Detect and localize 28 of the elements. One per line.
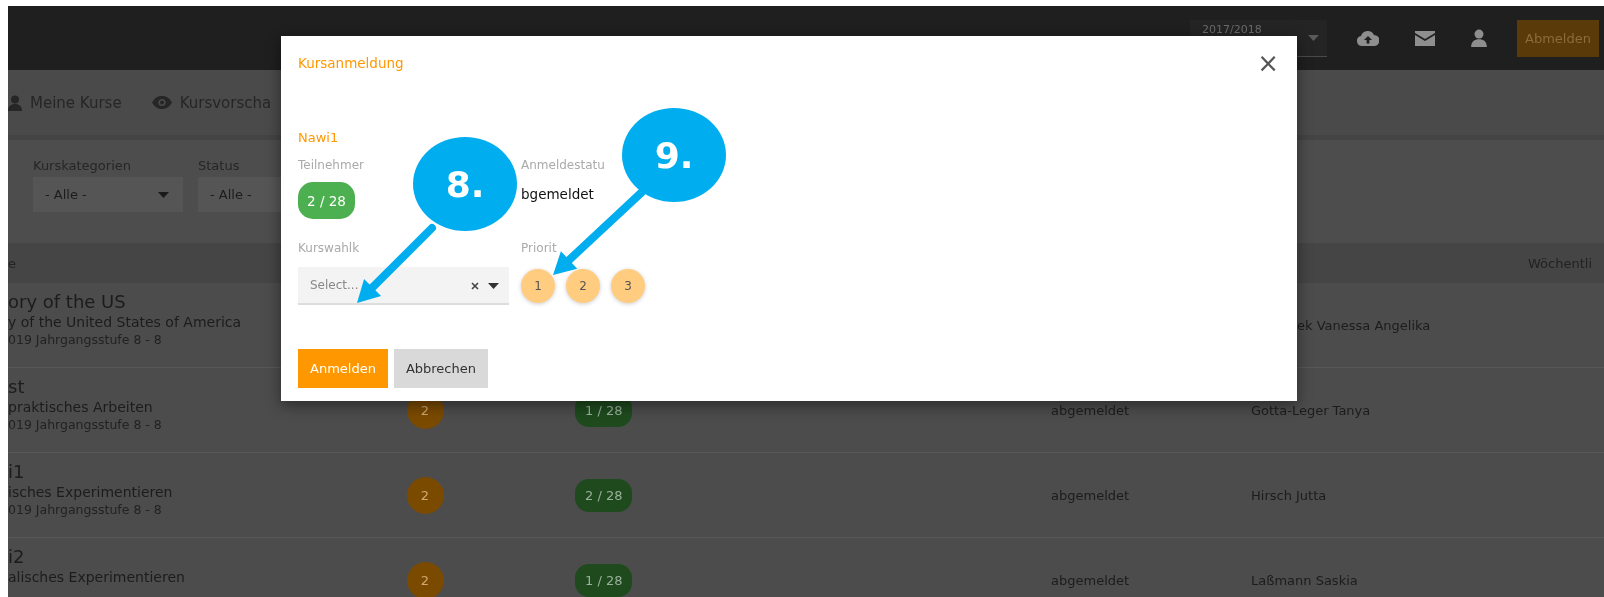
user-icon — [8, 94, 22, 111]
priority-option[interactable]: 1 — [521, 269, 555, 303]
priority-badge: 2 — [406, 476, 444, 514]
cloud-upload-icon[interactable] — [1357, 30, 1379, 46]
priority-option[interactable]: 2 — [566, 269, 600, 303]
participants-badge: 2 / 28 — [575, 478, 633, 512]
filter-dropdown[interactable]: - Alle - — [33, 177, 183, 212]
field-label: Priorit — [521, 241, 557, 257]
participants-badge: 1 / 28 — [575, 563, 633, 597]
caret-icon — [158, 191, 169, 198]
status-text: bgemeldet — [521, 186, 594, 202]
cancel-button[interactable]: Abbrechen — [393, 349, 488, 388]
eye-icon — [151, 96, 172, 109]
field-label: Kurswahlk — [298, 241, 360, 257]
priority-badge: 2 — [406, 561, 444, 597]
field-label: Anmeldestatu — [521, 158, 605, 174]
register-button[interactable]: Anmelden — [298, 349, 388, 388]
participants-badge: 2 / 28 — [298, 182, 355, 219]
dialog-title: Kursanmeldung — [298, 55, 404, 71]
field-label: Teilnehmer — [298, 158, 364, 174]
close-button[interactable]: × — [1257, 53, 1279, 73]
user-icon[interactable] — [1471, 29, 1487, 47]
clear-icon[interactable] — [471, 282, 479, 290]
priority-option[interactable]: 3 — [611, 269, 645, 303]
envelope-icon[interactable] — [1415, 30, 1435, 46]
caret-icon — [1308, 34, 1319, 41]
category-select[interactable]: Select... — [298, 267, 509, 305]
course-name: Nawi1 — [298, 130, 340, 145]
